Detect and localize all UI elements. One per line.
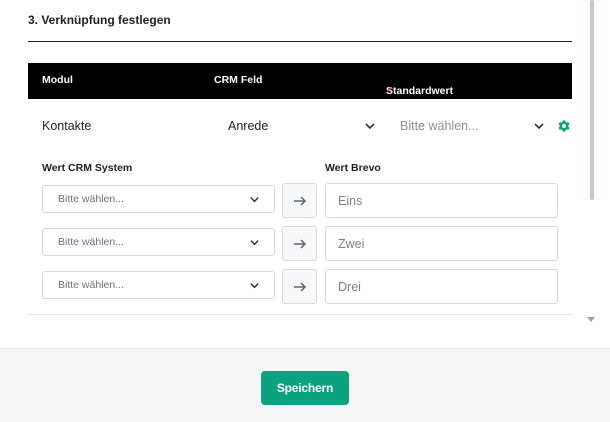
crm-value-select[interactable]: Bitte wählen... xyxy=(42,228,275,256)
map-arrow-button[interactable] xyxy=(282,226,317,261)
gear-icon[interactable] xyxy=(557,119,571,133)
mapping-row: Bitte wählen... Eins xyxy=(0,183,610,218)
crm-value-placeholder: Bitte wählen... xyxy=(58,236,124,248)
brevo-value-field[interactable]: Eins xyxy=(325,183,558,218)
section-title: 3. Verknüpfung festlegen xyxy=(28,13,171,27)
header-standardwert-label: Standardwert xyxy=(386,85,454,97)
section-divider xyxy=(28,314,572,315)
standardwert-placeholder: Bitte wählen... xyxy=(400,119,479,133)
chevron-down-icon xyxy=(250,283,259,289)
label-wert-brevo: Wert Brevo xyxy=(325,162,381,174)
chevron-down-icon xyxy=(250,240,259,246)
brevo-value: Drei xyxy=(338,280,361,294)
save-button[interactable]: Speichern xyxy=(261,371,349,405)
table-header: Modul CRM Feld Standardwert * xyxy=(28,63,572,99)
map-arrow-button[interactable] xyxy=(282,269,317,304)
table-row: Kontakte Anrede Bitte wählen... xyxy=(28,108,572,144)
standardwert-select[interactable]: Bitte wählen... xyxy=(400,112,545,140)
title-divider xyxy=(28,41,572,42)
brevo-value: Zwei xyxy=(338,237,365,251)
arrow-right-icon xyxy=(294,282,307,292)
crm-value-select[interactable]: Bitte wählen... xyxy=(42,185,275,213)
crm-field-value: Anrede xyxy=(228,119,269,133)
mapping-panel: 3. Verknüpfung festlegen Modul CRM Feld … xyxy=(0,0,610,348)
label-wert-crm-system: Wert CRM System xyxy=(42,162,133,174)
crm-field-select[interactable]: Anrede xyxy=(228,112,376,140)
chevron-down-icon xyxy=(534,123,544,130)
mapping-row: Bitte wählen... Drei xyxy=(0,269,610,304)
mapping-row: Bitte wählen... Zwei xyxy=(0,226,610,261)
crm-value-placeholder: Bitte wählen... xyxy=(58,193,124,205)
crm-value-select[interactable]: Bitte wählen... xyxy=(42,271,275,299)
header-crm-feld: CRM Feld xyxy=(214,74,263,86)
footer-bar: Speichern xyxy=(0,348,610,422)
modul-value: Kontakte xyxy=(42,119,92,133)
arrow-right-icon xyxy=(294,196,307,206)
header-modul: Modul xyxy=(42,74,73,86)
map-arrow-button[interactable] xyxy=(282,183,317,218)
chevron-down-icon xyxy=(250,197,259,203)
brevo-value: Eins xyxy=(338,194,363,208)
brevo-value-field[interactable]: Zwei xyxy=(325,226,558,261)
scrollbar-thumb[interactable] xyxy=(590,0,594,200)
arrow-right-icon xyxy=(294,239,307,249)
chevron-down-icon xyxy=(365,123,375,130)
required-marker: * xyxy=(388,85,393,97)
scroll-down-arrow-icon[interactable] xyxy=(587,317,595,322)
brevo-value-field[interactable]: Drei xyxy=(325,269,558,304)
crm-value-placeholder: Bitte wählen... xyxy=(58,279,124,291)
